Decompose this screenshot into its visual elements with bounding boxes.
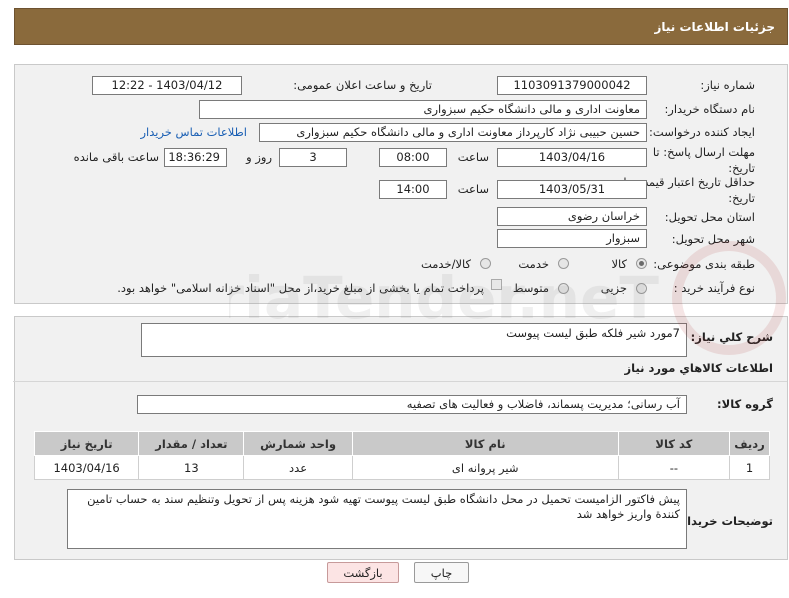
category-radio-goods[interactable] [636,258,647,269]
process-option-medium: متوسط [512,281,549,295]
general-desc-textarea[interactable]: 7مورد شیر فلکه طبق لیست پیوست [141,323,687,357]
price-validity-label-2: تاریخ: [728,191,755,205]
price-time-label: ساعت [457,182,489,196]
col-row-number: ردیف [729,431,770,456]
cell-unit: عدد [243,455,353,480]
reply-days-field: 3 [279,148,347,167]
goods-group-field: آب رسانی؛ مدیریت پسماند، فاضلاب و فعالیت… [137,395,687,414]
buyer-org-field: معاونت اداری و مالی دانشگاه حکیم سبزواری [199,100,647,119]
col-goods-name: نام کالا [351,431,619,456]
category-option-service: خدمت [518,257,549,271]
back-button[interactable]: بازگشت [327,562,399,583]
goods-table: ردیف کد کالا نام کالا واحد شمارش تعداد /… [33,431,770,480]
delivery-province-field: خراسان رضوی [497,207,647,226]
requester-label: ایجاد کننده درخواست: [649,125,755,139]
day-and-label: روز و [246,150,272,164]
general-desc-label: شرح کلي نياز: [690,330,773,344]
need-number-field: 1103091379000042 [497,76,647,95]
buyer-notes-textarea[interactable]: پیش فاکتور الزامیست تحمیل در محل دانشگاه… [67,489,687,549]
cell-goods-code: -- [617,455,731,480]
treasury-payment-note: پرداخت تمام یا بخشی از مبلغ خرید،از محل … [117,281,484,295]
page-title: جزئیات اطلاعات نیاز [14,8,788,45]
process-option-minor: جزیی [600,281,627,295]
category-radio-goods-service[interactable] [480,258,491,269]
price-time-field: 14:00 [379,180,447,199]
price-date-field: 1403/05/31 [497,180,647,199]
announce-datetime-label: تاریخ و ساعت اعلان عمومی: [293,78,432,92]
col-quantity: تعداد / مقدار [138,431,245,456]
cell-quantity: 13 [138,455,245,480]
delivery-city-field: سبزوار [497,229,647,248]
requester-field: حسین حبیبی نژاد کارپرداز معاونت اداری و … [259,123,647,142]
buyer-contact-link[interactable]: اطلاعات تماس خریدار [140,125,247,139]
need-number-label: شماره نیاز: [700,78,755,92]
goods-panel: شرح کلي نياز: 7مورد شیر فلکه طبق لیست پی… [13,316,788,560]
category-label: طبقه بندی موضوعی: [653,257,755,271]
goods-table-header: ردیف کد کالا نام کالا واحد شمارش تعداد /… [33,431,770,456]
buyer-notes-label: توضیحات خریدار: [675,514,773,528]
reply-date-field: 1403/04/16 [497,148,647,167]
buyer-org-label: نام دستگاه خریدار: [664,102,755,116]
purchase-process-label: نوع فرآیند خرید : [673,281,755,295]
reply-time-label: ساعت [457,150,489,164]
process-radio-medium[interactable] [558,283,569,294]
col-unit: واحد شمارش [243,431,353,456]
goods-info-heading: اطلاعات کالاهاي مورد نياز [624,361,773,375]
delivery-province-label: استان محل تحویل: [664,210,755,224]
page-frame: جزئیات اطلاعات نیاز شماره نیاز: 11030913… [13,8,788,596]
reply-time-field: 08:00 [379,148,447,167]
treasury-payment-checkbox[interactable] [491,279,502,290]
cell-goods-name: شیر پروانه ای [351,455,619,480]
delivery-city-label: شهر محل تحویل: [671,232,755,246]
reply-deadline-label-2: تاریخ: [728,161,755,175]
category-option-goods-service: کالا/خدمت [420,257,471,271]
reply-deadline-label: مهلت ارسال پاسخ: تا [652,145,755,159]
category-option-goods: کالا [611,257,627,271]
col-need-date: تاریخ نیاز [33,431,140,456]
table-row: 1 -- شیر پروانه ای عدد 13 1403/04/16 [33,455,770,480]
process-radio-minor[interactable] [636,283,647,294]
category-radio-service[interactable] [558,258,569,269]
cell-row-number: 1 [729,455,770,480]
reply-remaining-field: 18:36:29 [164,148,227,167]
print-button[interactable]: چاپ [414,562,469,583]
col-goods-code: کد کالا [617,431,731,456]
hours-remaining-label: ساعت باقی مانده [73,150,159,164]
goods-group-label: گروه کالا: [717,397,773,411]
announce-datetime-field: 1403/04/12 - 12:22 [92,76,242,95]
need-details-panel: شماره نیاز: 1103091379000042 تاریخ و ساع… [14,64,788,304]
cell-need-date: 1403/04/16 [33,455,140,480]
section-divider [13,381,787,382]
